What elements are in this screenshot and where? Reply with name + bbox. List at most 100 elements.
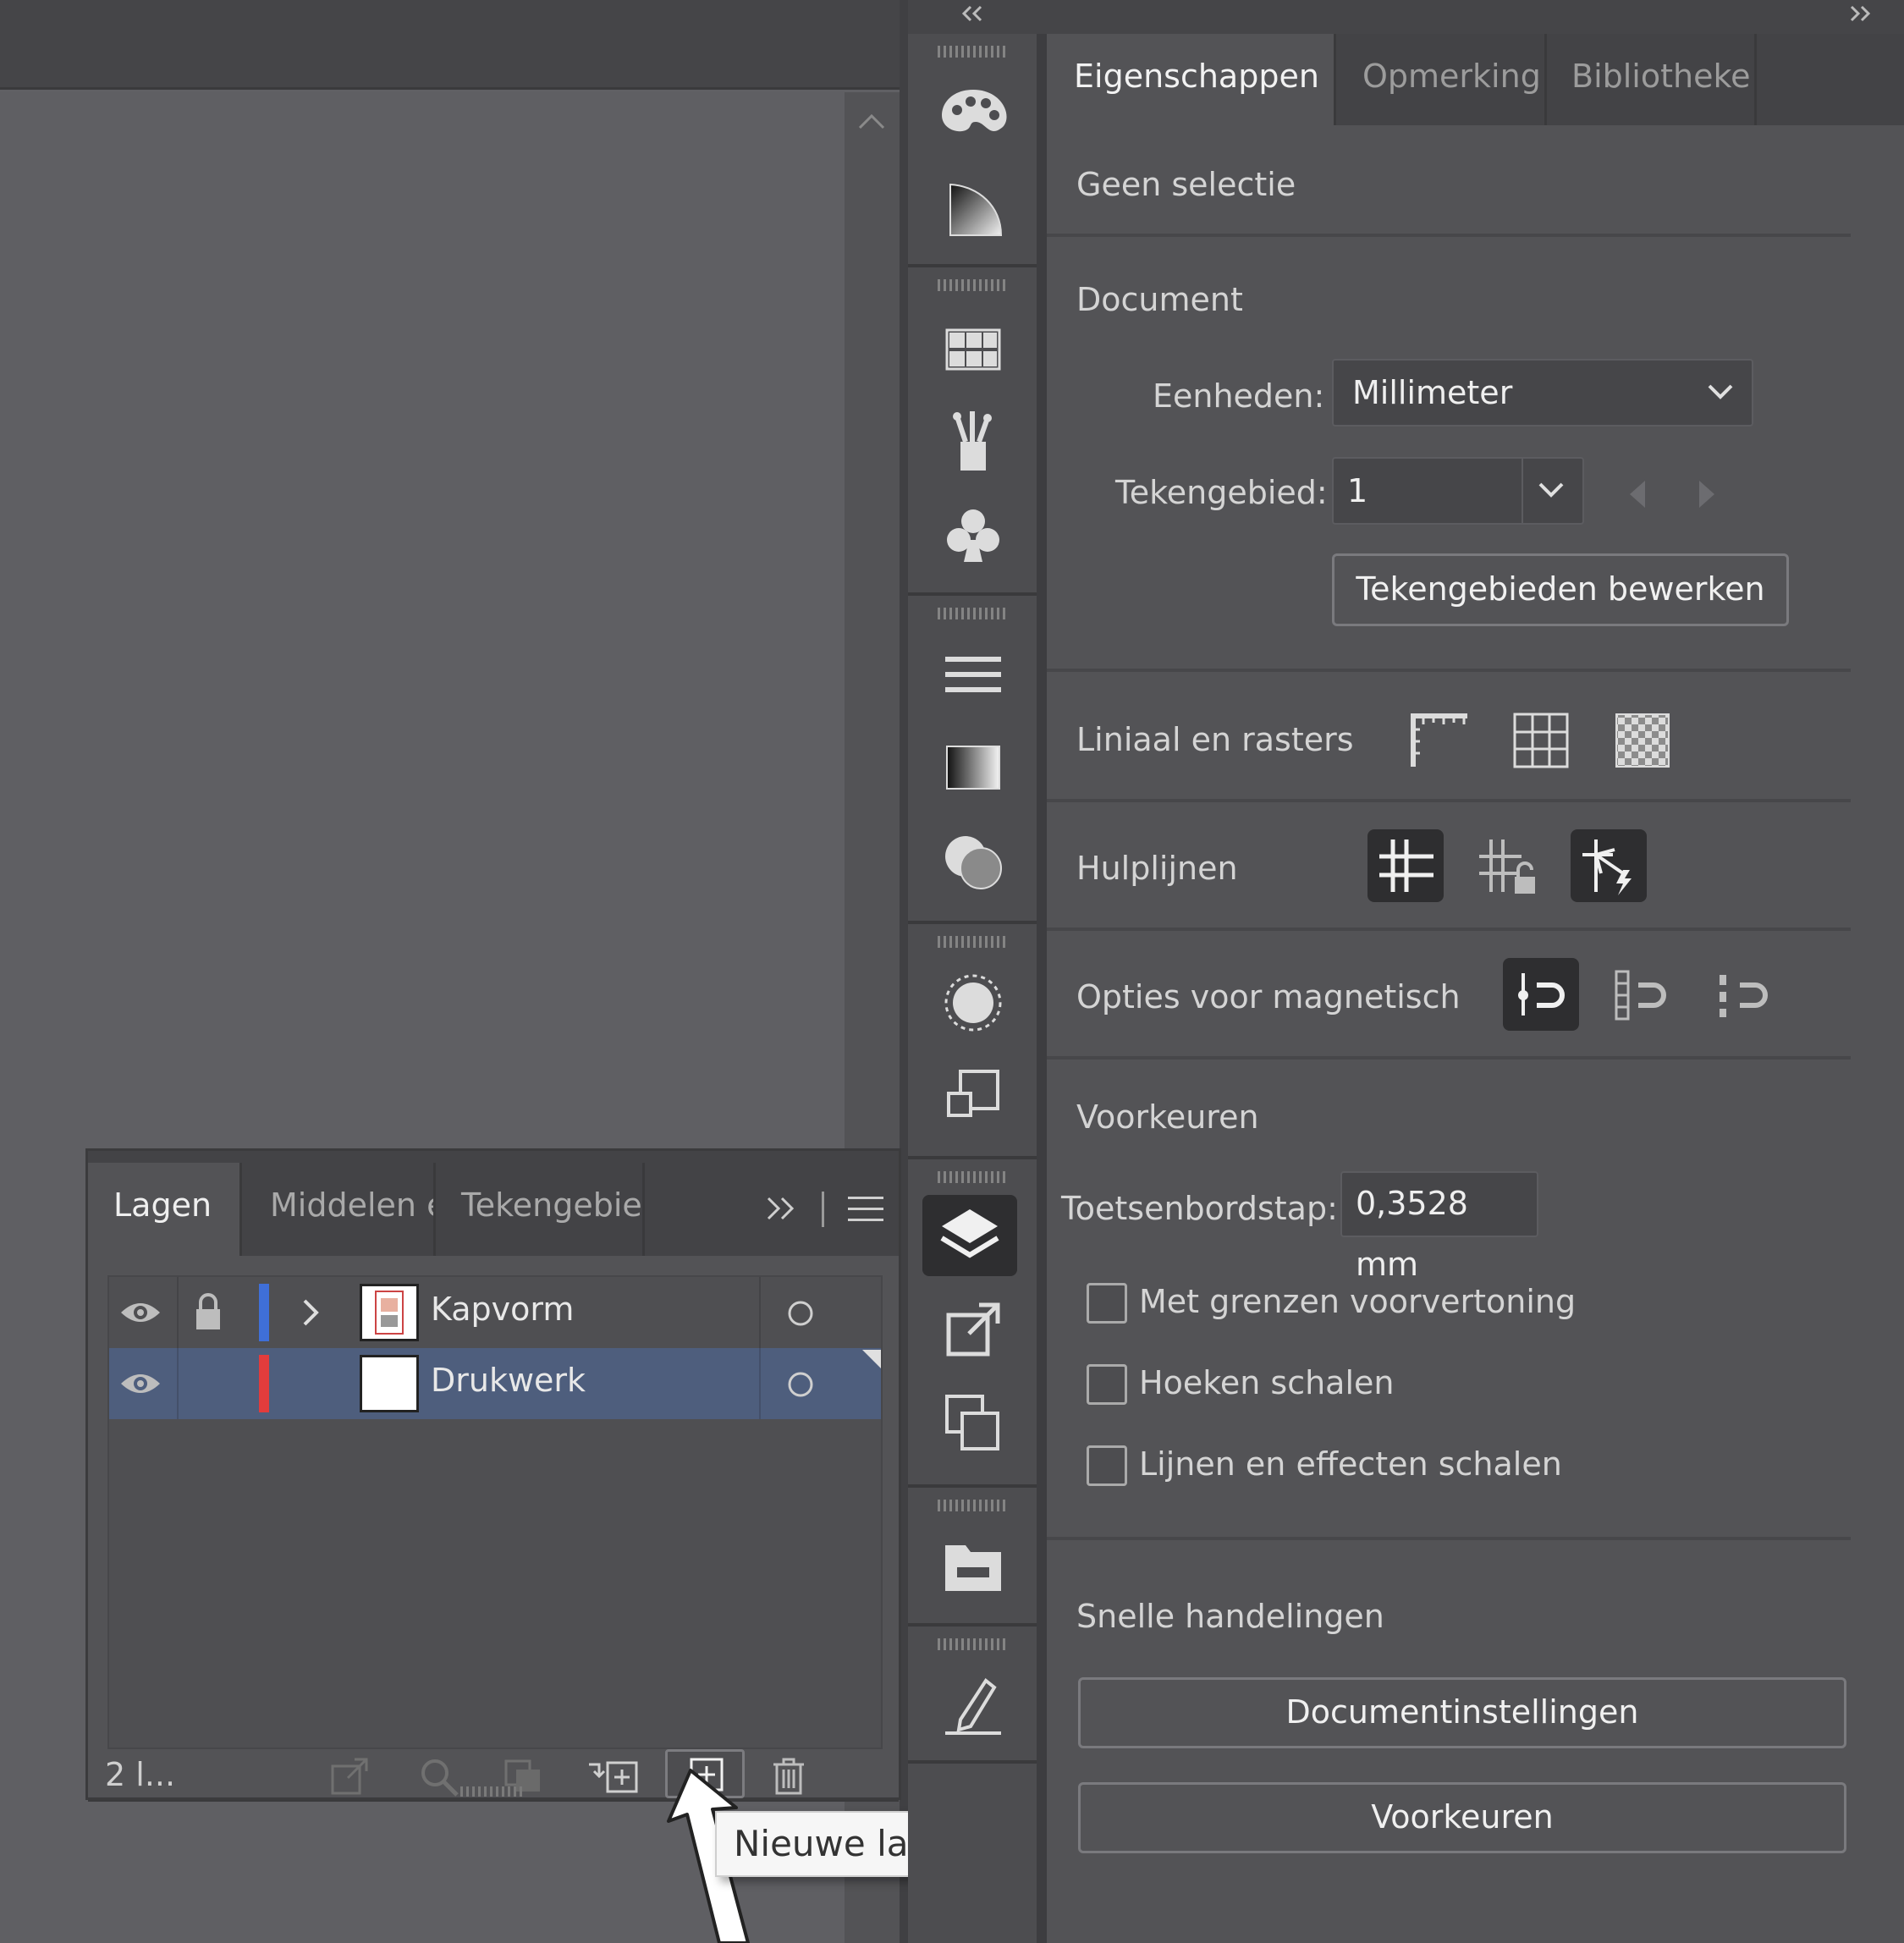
smart-guides-icon bbox=[1582, 839, 1632, 895]
properties-header bbox=[1037, 0, 1904, 34]
quick-actions-heading: Snelle handelingen bbox=[1076, 1598, 1384, 1635]
stroke-icon[interactable] bbox=[935, 636, 1011, 713]
tab-separator bbox=[822, 1192, 824, 1227]
locate-object-icon[interactable] bbox=[418, 1756, 460, 1798]
grid-icon[interactable] bbox=[1503, 704, 1579, 777]
dock-group-separator bbox=[908, 1484, 1037, 1488]
layer-name[interactable]: Drukwerk bbox=[431, 1362, 586, 1399]
scale-strokes-effects-checkbox[interactable] bbox=[1087, 1445, 1127, 1486]
artboard-label: Tekengebied: bbox=[1115, 474, 1328, 511]
smart-guides-button[interactable] bbox=[1571, 829, 1647, 902]
dock-group-separator bbox=[908, 1156, 1037, 1159]
section-divider bbox=[1047, 1537, 1851, 1540]
gradient-icon[interactable] bbox=[935, 729, 1011, 806]
section-divider bbox=[1047, 234, 1851, 237]
preview-bounds-label: Met grenzen voorvertoning bbox=[1139, 1283, 1577, 1320]
dock-group-grip[interactable] bbox=[938, 1171, 1005, 1183]
layers-panel: Lagen Middelen ex Tekengebied Kapvorm Dr… bbox=[85, 1148, 901, 1802]
chevron-down-icon[interactable] bbox=[1537, 481, 1566, 501]
symbols-club-icon[interactable] bbox=[935, 498, 1011, 574]
dock-group-grip[interactable] bbox=[938, 608, 1005, 619]
dock-group-grip[interactable] bbox=[938, 46, 1005, 58]
comments-pen-icon[interactable] bbox=[935, 1667, 1011, 1743]
panel-resize-grip[interactable] bbox=[460, 1786, 525, 1797]
visibility-eye-icon[interactable] bbox=[119, 1368, 162, 1399]
previous-artboard-icon[interactable] bbox=[1628, 479, 1647, 509]
scale-corners-checkbox[interactable] bbox=[1087, 1364, 1127, 1405]
show-guides-button[interactable] bbox=[1367, 829, 1444, 902]
properties-tab-bar: Eigenschappen Opmerking Bibliotheke bbox=[1047, 34, 1904, 125]
section-divider bbox=[1047, 799, 1851, 802]
tab-artboards[interactable]: Tekengebied bbox=[433, 1163, 645, 1256]
lock-icon[interactable] bbox=[194, 1292, 223, 1331]
snap-to-pixel-icon[interactable] bbox=[1604, 958, 1681, 1031]
layer-row-kapvorm[interactable]: Kapvorm bbox=[109, 1277, 881, 1348]
guides-label: Hulplijnen bbox=[1076, 850, 1238, 887]
dock-group-grip[interactable] bbox=[938, 1638, 1005, 1650]
transparency-grid-icon[interactable] bbox=[1604, 704, 1681, 777]
panel-menu-icon[interactable] bbox=[848, 1195, 883, 1224]
layer-color-indicator bbox=[259, 1284, 269, 1341]
dropdown-divider bbox=[1522, 459, 1523, 523]
preview-bounds-checkbox[interactable] bbox=[1087, 1283, 1127, 1324]
lock-guides-icon[interactable] bbox=[1469, 829, 1545, 902]
asset-export-icon[interactable] bbox=[935, 1291, 1011, 1368]
tab-properties[interactable]: Eigenschappen bbox=[1047, 34, 1336, 125]
dock-divider bbox=[1037, 0, 1047, 1943]
layers-dock-button[interactable] bbox=[922, 1195, 1017, 1276]
visibility-eye-icon[interactable] bbox=[119, 1297, 162, 1328]
layer-color-indicator bbox=[259, 1355, 269, 1412]
units-value: Millimeter bbox=[1352, 374, 1513, 411]
snap-options-label: Opties voor magnetisch bbox=[1076, 978, 1461, 1016]
document-heading: Document bbox=[1076, 281, 1243, 318]
color-palette-icon[interactable] bbox=[935, 78, 1011, 154]
graphic-styles-icon[interactable] bbox=[935, 1058, 1011, 1134]
scale-corners-label: Hoeken schalen bbox=[1139, 1364, 1395, 1401]
new-sublayer-icon[interactable] bbox=[587, 1758, 643, 1795]
target-circle-icon[interactable] bbox=[786, 1299, 815, 1328]
tab-layers[interactable]: Lagen bbox=[88, 1163, 242, 1256]
target-circle-icon[interactable] bbox=[786, 1370, 815, 1399]
expand-chevron-icon[interactable] bbox=[300, 1296, 322, 1329]
preferences-button[interactable]: Voorkeuren bbox=[1078, 1782, 1846, 1853]
layer-name[interactable]: Kapvorm bbox=[431, 1291, 574, 1328]
layers-tab-bar: Lagen Middelen ex Tekengebied bbox=[88, 1151, 899, 1256]
expand-panel-icon[interactable] bbox=[1846, 5, 1872, 22]
artboard-select[interactable]: 1 bbox=[1332, 457, 1584, 525]
document-settings-button[interactable]: Documentinstellingen bbox=[1078, 1677, 1846, 1748]
dock-group-separator bbox=[908, 264, 1037, 267]
tab-libraries[interactable]: Bibliotheke bbox=[1549, 34, 1757, 125]
dock-group-grip[interactable] bbox=[938, 279, 1005, 291]
column-divider bbox=[759, 1277, 761, 1348]
transparency-icon[interactable] bbox=[935, 823, 1011, 899]
layer-count: 2 l... bbox=[105, 1756, 176, 1793]
more-tabs-icon[interactable] bbox=[765, 1195, 799, 1222]
color-guide-icon[interactable] bbox=[935, 171, 1011, 247]
export-collect-icon[interactable] bbox=[329, 1756, 371, 1797]
swatches-icon[interactable] bbox=[935, 311, 1011, 388]
appearance-icon[interactable] bbox=[935, 965, 1011, 1041]
keyboard-increment-input[interactable]: 0,3528 mm bbox=[1340, 1171, 1538, 1283]
libraries-folder-icon[interactable] bbox=[935, 1528, 1011, 1604]
scroll-up-arrow-icon[interactable] bbox=[856, 111, 887, 133]
artboards-icon[interactable] bbox=[935, 1384, 1011, 1461]
edit-artboards-button[interactable]: Tekengebieden bewerken bbox=[1332, 553, 1789, 626]
collapse-dock-icon[interactable] bbox=[960, 5, 986, 22]
section-divider bbox=[1047, 669, 1851, 672]
dock-group-grip[interactable] bbox=[938, 1500, 1005, 1511]
dock-group-grip[interactable] bbox=[938, 936, 1005, 948]
ruler-icon[interactable] bbox=[1401, 704, 1478, 777]
layer-row-drukwerk[interactable]: Drukwerk bbox=[109, 1348, 881, 1419]
units-dropdown[interactable]: Millimeter bbox=[1332, 359, 1753, 427]
column-divider bbox=[177, 1277, 179, 1348]
dock-group-separator bbox=[908, 592, 1037, 596]
delete-trash-icon[interactable] bbox=[770, 1756, 807, 1797]
snap-to-glyph-icon[interactable] bbox=[1706, 958, 1782, 1031]
next-artboard-icon[interactable] bbox=[1698, 479, 1716, 509]
snap-to-point-button[interactable] bbox=[1503, 958, 1579, 1031]
guides-icon bbox=[1379, 839, 1434, 892]
tab-comments[interactable]: Opmerking bbox=[1339, 34, 1547, 125]
section-divider bbox=[1047, 1056, 1851, 1060]
section-divider bbox=[1047, 927, 1851, 931]
brushes-icon[interactable] bbox=[935, 405, 1011, 481]
